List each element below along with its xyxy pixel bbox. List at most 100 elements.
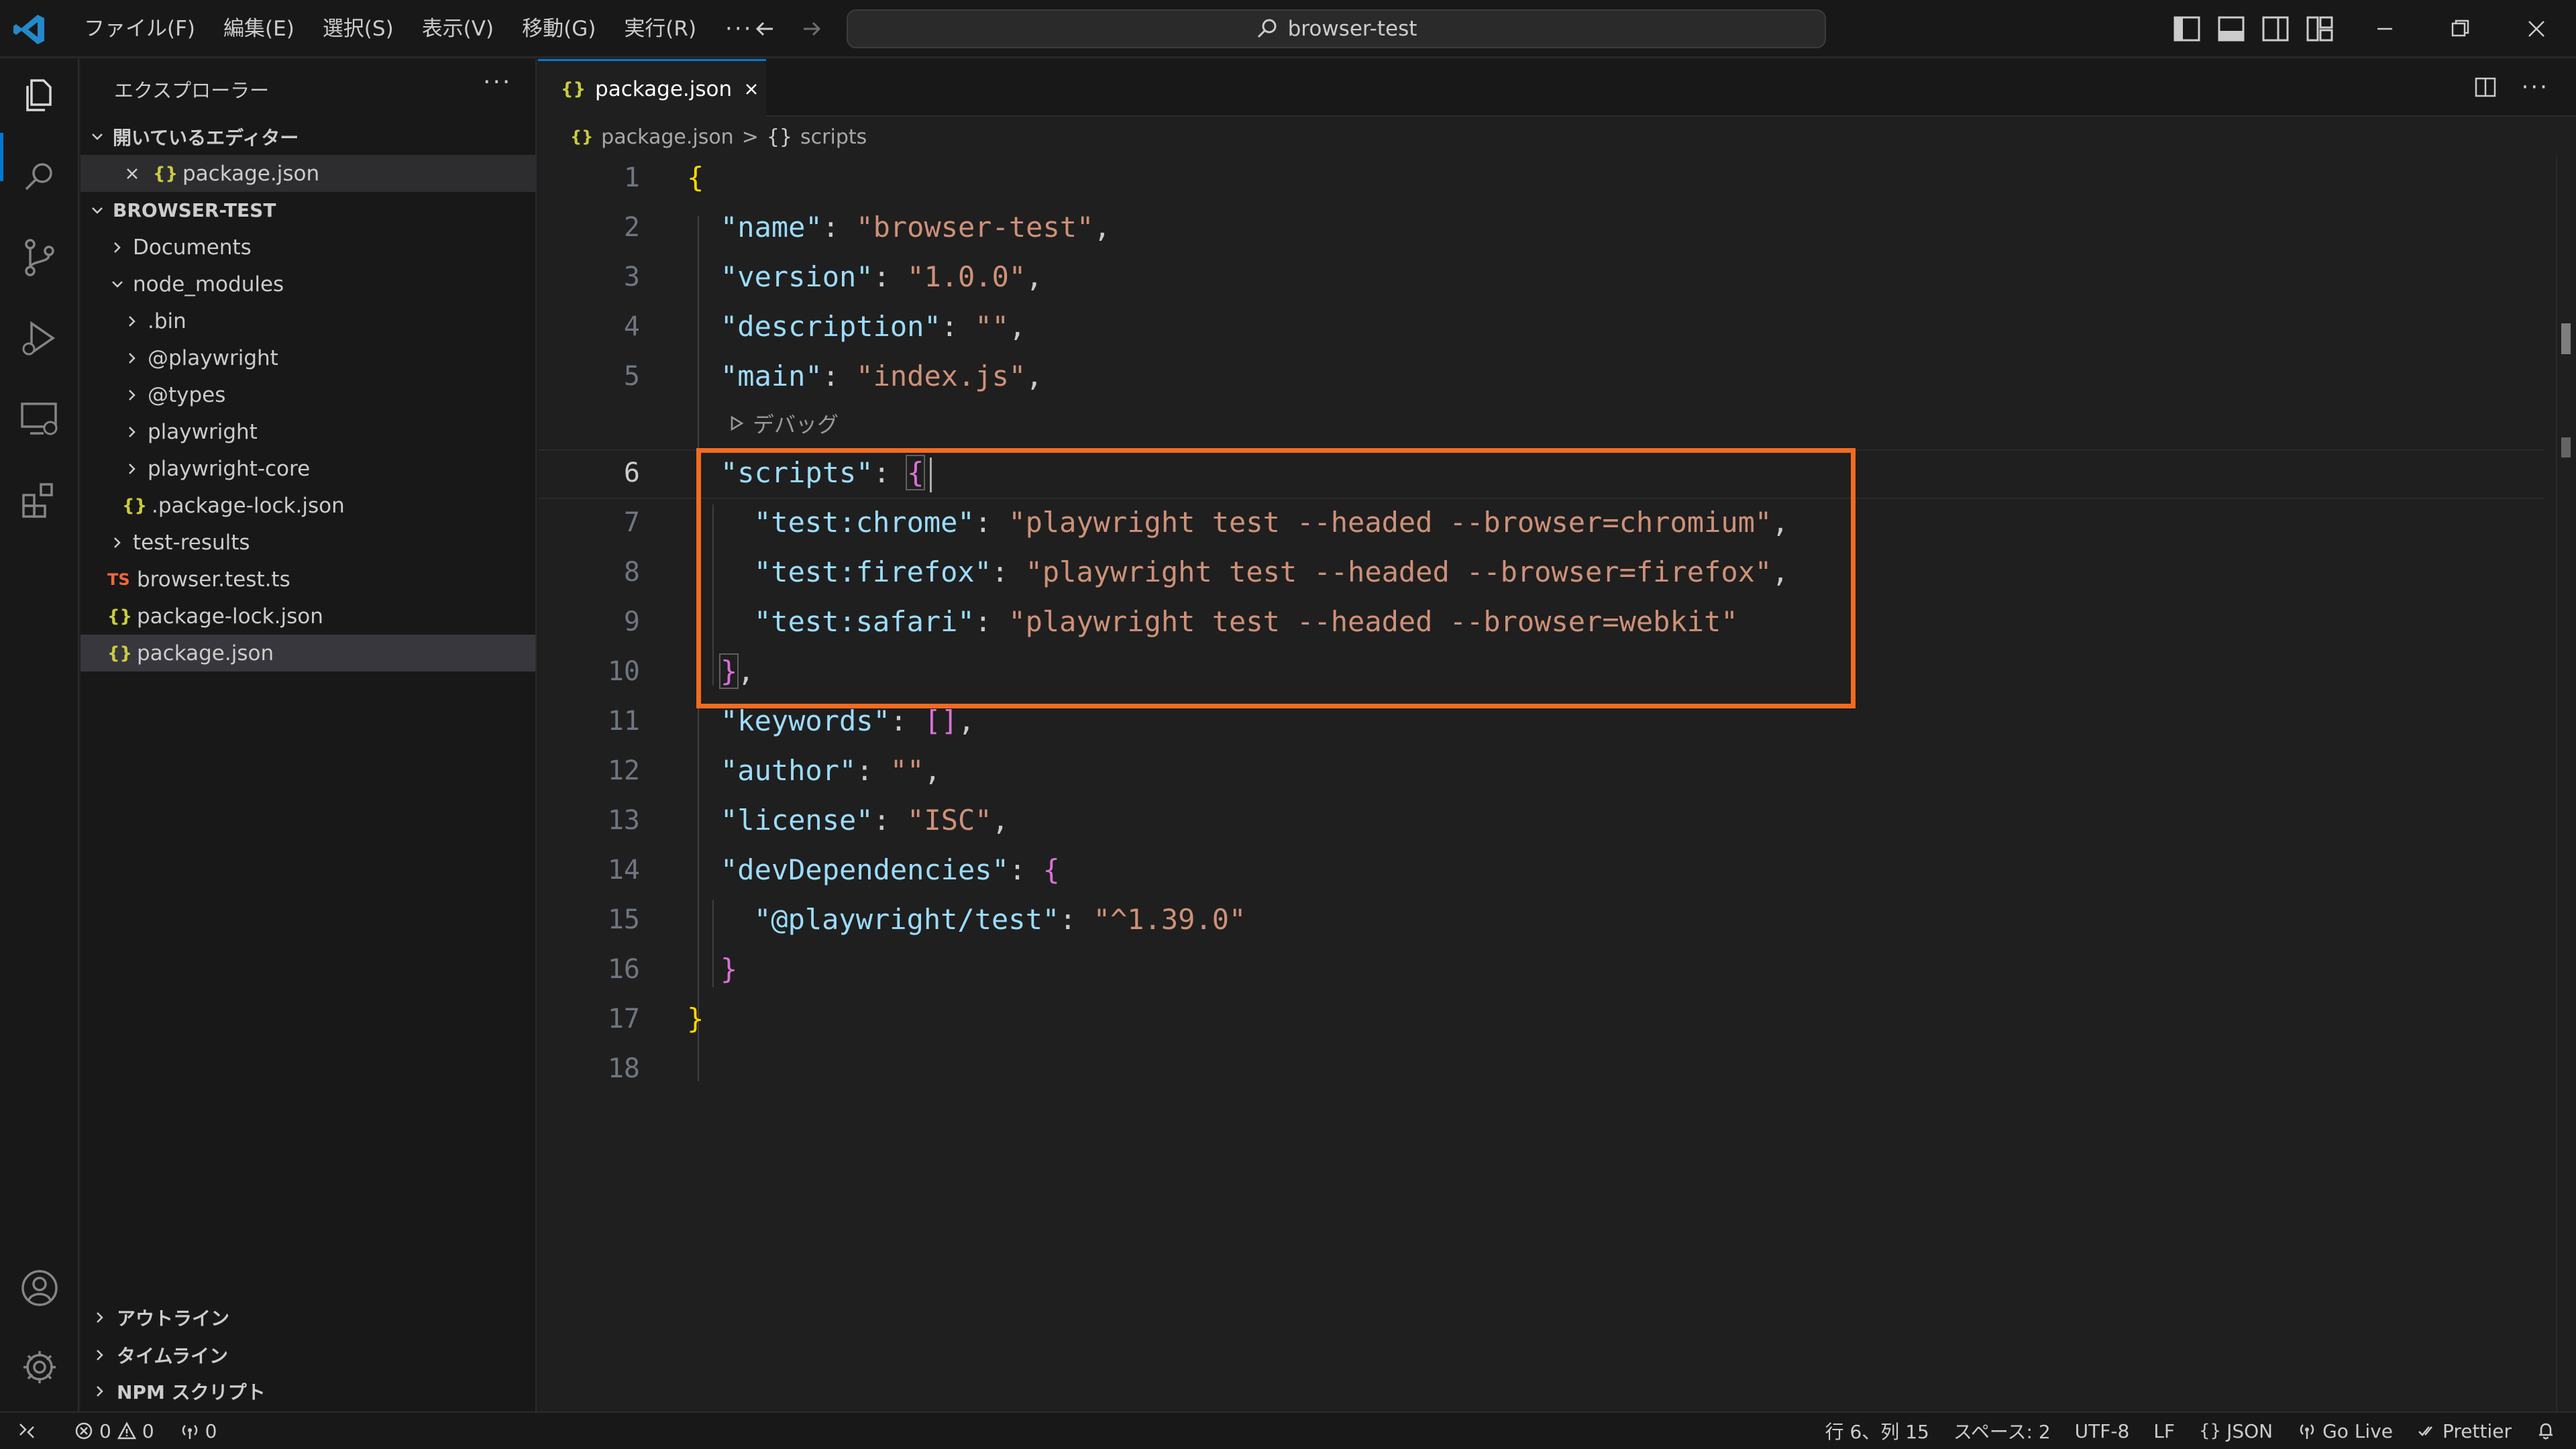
layout-controls xyxy=(2171,13,2336,44)
chevron-down-icon xyxy=(92,207,103,214)
tree-folder-playwright-core[interactable]: playwright-core xyxy=(80,450,535,487)
back-arrow-icon[interactable] xyxy=(750,13,781,44)
command-center-search[interactable]: browser-test xyxy=(847,9,1826,48)
outline-panel-header[interactable]: アウトライン xyxy=(80,1299,537,1336)
tab-package-json[interactable]: {} package.json xyxy=(538,59,766,117)
menu-edit[interactable]: 編集(E) xyxy=(209,9,309,49)
problems-indicator[interactable]: 0 0 xyxy=(50,1420,166,1442)
close-icon[interactable] xyxy=(122,164,142,184)
tab-label: package.json xyxy=(595,76,733,101)
json-icon: {} xyxy=(561,78,586,99)
code-line-16: } xyxy=(720,953,738,985)
search-view-icon[interactable] xyxy=(17,154,62,200)
minimize-icon[interactable] xyxy=(2368,13,2402,44)
line-number: 12 xyxy=(607,755,640,786)
vscode-logo-icon[interactable] xyxy=(12,12,47,47)
code-line-13: "license": "ISC", xyxy=(720,804,1009,837)
line-number: 18 xyxy=(607,1053,640,1084)
json-icon: {} xyxy=(107,606,133,627)
breadcrumb: {} package.json > {} scripts xyxy=(538,118,2576,156)
language-mode[interactable]: {} JSON xyxy=(2187,1420,2285,1442)
timeline-label: タイムライン xyxy=(117,1344,229,1367)
broadcast-icon xyxy=(2300,1424,2314,1439)
line-number: 3 xyxy=(623,262,640,292)
close-window-icon[interactable] xyxy=(2520,13,2553,44)
go-live-label: Go Live xyxy=(2322,1419,2393,1442)
tree-file-package-json[interactable]: {} package.json xyxy=(80,635,535,672)
tree-item-label: package-lock.json xyxy=(137,604,323,629)
run-debug-icon[interactable] xyxy=(17,315,62,361)
tree-item-label: playwright-core xyxy=(148,456,311,481)
outline-label: アウトライン xyxy=(117,1307,230,1330)
cursor-position[interactable]: 行 6、列 15 xyxy=(1813,1417,1941,1444)
editor-tab-bar: {} package.json ··· xyxy=(538,59,2576,117)
breadcrumb-symbol[interactable]: scripts xyxy=(800,125,867,149)
project-header[interactable]: BROWSER-TEST xyxy=(80,192,535,229)
code-line-14: "devDependencies": { xyxy=(720,853,1060,886)
editor-more-actions-button[interactable]: ··· xyxy=(2522,74,2549,101)
chevron-right-icon xyxy=(114,241,121,253)
remote-explorer-icon[interactable] xyxy=(17,396,62,441)
open-editors-label: 開いているエディター xyxy=(113,126,299,149)
go-live-button[interactable]: Go Live xyxy=(2285,1420,2405,1442)
menu-run[interactable]: 実行(R) xyxy=(610,9,710,49)
line-number: 10 xyxy=(607,656,640,687)
tree-folder-playwright-scope[interactable]: @playwright xyxy=(80,339,535,376)
line-number: 13 xyxy=(607,805,640,836)
forward-arrow-icon[interactable] xyxy=(796,13,826,44)
open-editor-item[interactable]: {} package.json xyxy=(80,155,535,192)
timeline-panel-header[interactable]: タイムライン xyxy=(80,1336,537,1373)
explorer-icon[interactable] xyxy=(17,74,62,119)
check-double-icon xyxy=(2418,1426,2432,1436)
customize-layout-icon[interactable] xyxy=(2304,13,2336,44)
toggle-primary-sidebar-icon[interactable] xyxy=(2171,13,2203,44)
npm-scripts-panel-header[interactable]: NPM スクリプト xyxy=(80,1373,537,1409)
debug-codelens-label: デバッグ xyxy=(753,412,839,437)
tree-file-package-lock[interactable]: {} package-lock.json xyxy=(80,598,535,635)
end-of-line[interactable]: LF xyxy=(2141,1420,2187,1442)
menu-file[interactable]: ファイル(F) xyxy=(70,9,209,49)
notifications-button[interactable] xyxy=(2524,1421,2576,1441)
tree-folder-bin[interactable]: .bin xyxy=(80,303,535,339)
json-icon: {} xyxy=(570,127,594,146)
line-number: 16 xyxy=(607,954,640,985)
menu-go[interactable]: 移動(G) xyxy=(508,9,610,49)
line-number: 14 xyxy=(607,855,640,885)
restore-icon[interactable] xyxy=(2443,13,2477,44)
ports-indicator[interactable]: 0 xyxy=(166,1420,229,1442)
close-icon[interactable] xyxy=(741,79,761,99)
tree-folder-test-results[interactable]: test-results xyxy=(80,524,535,561)
encoding[interactable]: UTF-8 xyxy=(2063,1420,2142,1442)
tree-folder-playwright[interactable]: playwright xyxy=(80,413,535,450)
tree-folder-node-modules[interactable]: node_modules xyxy=(80,266,535,303)
code-line-12: "author": "", xyxy=(720,754,941,787)
toggle-panel-icon[interactable] xyxy=(2215,13,2247,44)
editor-scrollbar[interactable] xyxy=(2556,156,2576,1411)
prettier-status[interactable]: Prettier xyxy=(2405,1420,2524,1442)
debug-codelens[interactable]: デバッグ xyxy=(727,408,839,439)
tree-item-label: browser.test.ts xyxy=(137,567,290,592)
menu-view[interactable]: 表示(V) xyxy=(408,9,508,49)
tree-item-label: playwright xyxy=(148,419,258,444)
split-editor-icon[interactable] xyxy=(2472,74,2499,101)
open-editors-header[interactable]: 開いているエディター xyxy=(80,118,535,155)
code-line-3: "version": "1.0.0", xyxy=(720,260,1043,293)
tree-file-package-lock-hidden[interactable]: {} .package-lock.json xyxy=(80,487,535,524)
tree-folder-types[interactable]: @types xyxy=(80,376,535,413)
sidebar-more-button[interactable]: ··· xyxy=(483,68,512,96)
account-icon[interactable] xyxy=(17,1265,62,1311)
toggle-secondary-sidebar-icon[interactable] xyxy=(2259,13,2292,44)
source-control-icon[interactable] xyxy=(17,235,62,280)
menu-selection[interactable]: 選択(S) xyxy=(309,9,408,49)
code-editor[interactable]: 1 2 3 4 5 6 7 8 9 10 11 12 13 14 15 16 1… xyxy=(538,156,2576,1411)
gear-icon[interactable] xyxy=(17,1344,62,1390)
indentation[interactable]: スペース: 2 xyxy=(1941,1417,2063,1444)
chevron-right-icon xyxy=(97,1349,103,1360)
remote-indicator[interactable] xyxy=(0,1420,50,1442)
tree-file-browser-test[interactable]: TS browser.test.ts xyxy=(80,561,535,598)
json-icon: {} xyxy=(107,643,133,663)
extensions-icon[interactable] xyxy=(17,476,62,522)
breadcrumb-file[interactable]: package.json xyxy=(601,125,734,149)
line-number: 11 xyxy=(607,706,640,737)
tree-folder-documents[interactable]: Documents xyxy=(80,229,535,266)
